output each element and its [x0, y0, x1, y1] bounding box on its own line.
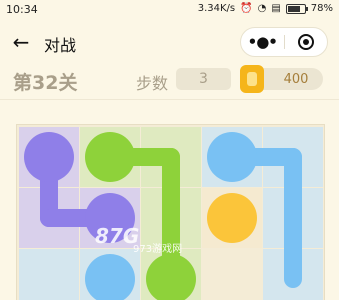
more-dots-icon: •●• — [247, 33, 278, 51]
battery-percent: 78% — [310, 3, 333, 14]
more-button[interactable]: •●• — [241, 28, 284, 56]
board-cell[interactable] — [202, 249, 262, 300]
network-speed: 3.34K/s — [197, 3, 236, 14]
mini-program-capsule: •●• — [240, 27, 328, 57]
page-title: 对战 — [44, 36, 77, 55]
back-arrow-icon[interactable]: ← — [8, 30, 34, 54]
level-label: 第32关 — [13, 72, 78, 94]
green-endpoint-dot[interactable] — [85, 132, 135, 182]
nav-bar: ← 对战 •●• — [0, 20, 339, 64]
status-bar: 10:34 3.34K/s ⏰ ◔ ▤ 78% — [0, 0, 339, 20]
battery-fill — [287, 6, 301, 12]
close-button[interactable] — [285, 28, 328, 56]
steps-label: 步数 — [136, 74, 169, 93]
green-endpoint-dot[interactable] — [146, 254, 196, 300]
board-cell[interactable] — [19, 249, 79, 300]
game-board — [16, 124, 325, 300]
alarm-off-icon: ⏰ — [240, 3, 253, 14]
blue-endpoint-dot[interactable] — [207, 132, 257, 182]
watermark-url: 973游戏网 — [133, 244, 183, 255]
battery-tip — [305, 7, 308, 11]
level-info-row: 第32关 步数 3 400 — [0, 64, 339, 96]
coin-icon — [240, 65, 264, 93]
battery-icon — [285, 4, 308, 14]
coin-balance[interactable]: 400 — [240, 65, 323, 93]
signal-icon: ▤ — [271, 3, 281, 14]
coin-value: 400 — [283, 71, 309, 87]
steps-counter: 3 — [176, 68, 231, 90]
wifi-icon: ◔ — [257, 3, 267, 14]
status-icons: 3.34K/s ⏰ ◔ ▤ 78% — [198, 3, 333, 15]
target-circle-icon — [297, 34, 314, 50]
divider — [0, 99, 339, 100]
yellow-endpoint-dot[interactable] — [207, 193, 257, 243]
blue-endpoint-dot[interactable] — [85, 254, 135, 300]
purple-endpoint-dot[interactable] — [24, 132, 74, 182]
blue-pipe-segment — [284, 209, 302, 288]
status-time: 10:34 — [6, 3, 38, 16]
